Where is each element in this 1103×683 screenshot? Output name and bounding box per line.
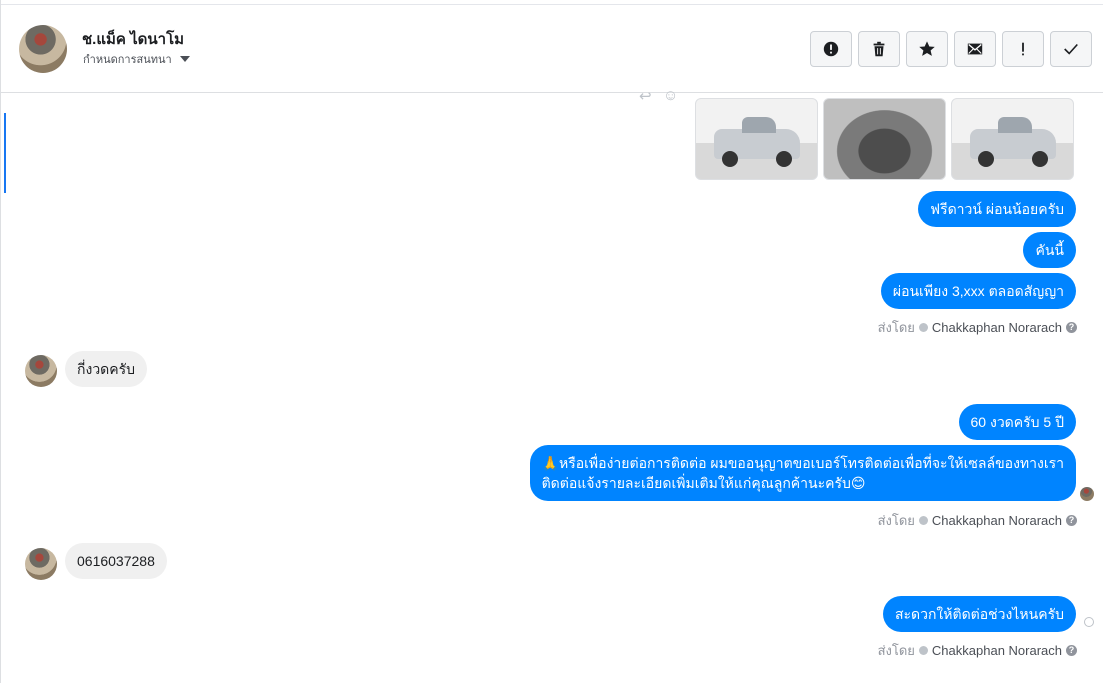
seen-avatar — [1080, 487, 1094, 501]
contact-mini-avatar[interactable] — [25, 548, 57, 580]
delete-button[interactable] — [858, 31, 900, 67]
truck-cab-shape — [998, 117, 1032, 133]
sender-name[interactable]: Chakkaphan Norarach — [932, 320, 1062, 335]
conversation-settings-label: กำหนดการสนทนา — [83, 54, 172, 66]
check-circle-icon — [918, 516, 928, 525]
image-attachment[interactable] — [695, 98, 818, 180]
incoming-message[interactable]: กี่งวดครับ — [65, 351, 148, 387]
message-line: ติดต่อแจ้งรายละเอียดเพิ่มเติมให้แก่คุณลู… — [541, 475, 866, 491]
wheel-shape — [978, 151, 994, 167]
outgoing-message-long[interactable]: 🙏หรือเพื่อง่ายต่อการติดต่อ ผมขออนุญาตขอเ… — [529, 445, 1076, 501]
sent-status-icon — [1084, 617, 1094, 627]
trash-icon — [873, 41, 885, 57]
conversation-header: ช.แม็ค ไดนาโม กำหนดการสนทนา — [1, 5, 1103, 93]
chevron-down-icon — [179, 56, 190, 62]
wheel-shape — [1032, 151, 1048, 167]
help-icon[interactable]: ? — [1066, 322, 1077, 333]
message-thread[interactable]: ↩ ☺ ฟรีดาวน์ ผ่อนน้อยครับ คันนี้ ผ่อนเพี… — [1, 87, 1103, 683]
help-icon[interactable]: ? — [1066, 645, 1077, 656]
contact-avatar[interactable] — [19, 25, 67, 73]
sent-by-label: ส่งโดย Chakkaphan Norarach ? — [878, 510, 1077, 531]
help-icon[interactable]: ? — [1066, 515, 1077, 526]
mail-icon — [967, 43, 983, 55]
wheel-shape — [776, 151, 792, 167]
sent-by-prefix: ส่งโดย — [877, 643, 915, 658]
outgoing-message[interactable]: ผ่อนเพียง 3,xxx ตลอดสัญญา — [880, 273, 1076, 309]
check-icon — [1064, 43, 1078, 55]
sender-name[interactable]: Chakkaphan Norarach — [932, 643, 1062, 658]
image-attachment[interactable] — [951, 98, 1074, 180]
check-circle-icon — [918, 646, 928, 655]
exclamation-icon — [1022, 42, 1024, 56]
sent-by-prefix: ส่งโดย — [877, 513, 915, 528]
star-button[interactable] — [906, 31, 948, 67]
conversation-window: ช.แม็ค ไดนาโม กำหนดการสนทนา ↩ ☺ ฟรีดาวน์… — [0, 0, 1103, 683]
check-circle-icon — [918, 323, 928, 332]
emoji-reaction-icon[interactable]: ☺ — [663, 87, 678, 104]
alert-circle-icon — [823, 41, 839, 57]
follow-up-button[interactable] — [1002, 31, 1044, 67]
mark-spam-button[interactable] — [810, 31, 852, 67]
contact-mini-avatar[interactable] — [25, 355, 57, 387]
contact-name[interactable]: ช.แม็ค ไดนาโม — [82, 27, 184, 51]
mark-unread-button[interactable] — [954, 31, 996, 67]
message-line: 🙏หรือเพื่อง่ายต่อการติดต่อ ผมขออนุญาตขอเ… — [541, 455, 1064, 471]
incoming-message[interactable]: 0616037288 — [65, 543, 167, 579]
reply-icon[interactable]: ↩ — [639, 87, 652, 105]
mark-done-button[interactable] — [1050, 31, 1092, 67]
sent-by-prefix: ส่งโดย — [877, 320, 915, 335]
outgoing-message[interactable]: สะดวกให้ติดต่อช่วงไหนครับ — [882, 596, 1076, 632]
conversation-settings-dropdown[interactable]: กำหนดการสนทนา — [83, 50, 190, 68]
truck-cab-shape — [742, 117, 776, 133]
wheel-shape — [722, 151, 738, 167]
sent-by-label: ส่งโดย Chakkaphan Norarach ? — [878, 317, 1077, 338]
outgoing-message[interactable]: 60 งวดครับ 5 ปี — [958, 404, 1076, 440]
outgoing-message[interactable]: ฟรีดาวน์ ผ่อนน้อยครับ — [918, 191, 1076, 227]
image-attachment[interactable] — [823, 98, 946, 180]
sent-by-label: ส่งโดย Chakkaphan Norarach ? — [878, 640, 1077, 661]
sender-name[interactable]: Chakkaphan Norarach — [932, 513, 1062, 528]
star-icon — [919, 41, 935, 56]
action-toolbar — [810, 31, 1092, 67]
outgoing-message[interactable]: คันนี้ — [1023, 232, 1076, 268]
